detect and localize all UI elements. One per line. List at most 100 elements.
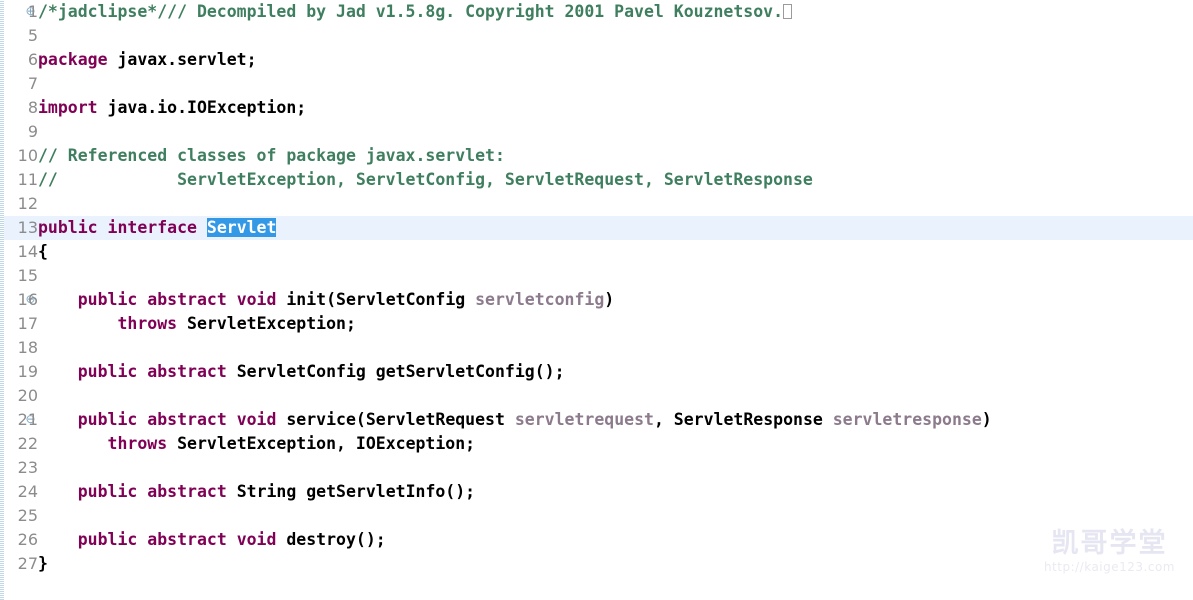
code-token-plain: javax.servlet; [107, 50, 257, 69]
line-number: 27 [0, 552, 38, 576]
code-line[interactable]: 17 throws ServletException; [0, 312, 1193, 336]
code-token-param: servletrequest [514, 410, 654, 429]
code-token-plain: ServletException, IOException; [167, 434, 476, 453]
code-token-plain: ) [604, 290, 615, 309]
nonprintable-char-glyph [783, 4, 793, 19]
line-number-value: 9 [27, 122, 38, 141]
code-line[interactable]: 19 public abstract ServletConfig getServ… [0, 360, 1193, 384]
code-token-plain: ServletException; [177, 314, 356, 333]
code-token-kw: package [38, 50, 108, 69]
code-line[interactable]: 13 public interface Servlet [0, 216, 1193, 240]
line-number: 12 [0, 192, 38, 216]
line-number: 9 [0, 120, 38, 144]
code-token-plain: init(ServletConfig [276, 290, 476, 309]
code-line[interactable]: 22 throws ServletException, IOException; [0, 432, 1193, 456]
code-line[interactable]: 16 ⊖ public abstract void init(ServletCon… [0, 288, 1193, 312]
code-text[interactable]: public interface Servlet [38, 216, 277, 240]
line-number: 21 [0, 408, 38, 432]
code-text[interactable]: // Referenced classes of package javax.s… [38, 144, 505, 168]
code-line[interactable]: 20 [0, 384, 1193, 408]
line-number: 22 [0, 432, 38, 456]
code-text[interactable]: throws ServletException, IOException; [38, 432, 476, 456]
code-token-kw: public abstract [77, 362, 227, 381]
code-token-kw: public abstract [77, 482, 227, 501]
code-line[interactable]: 24 public abstract String getServletInfo… [0, 480, 1193, 504]
code-line[interactable]: 5 [0, 24, 1193, 48]
code-lines-container: 1 ⊕/*jadclipse*/// Decompiled by Jad v1.5… [0, 0, 1193, 600]
code-token-plain: ) [981, 410, 992, 429]
code-text[interactable]: public abstract ServletConfig getServlet… [38, 360, 565, 384]
code-line[interactable]: 12 [0, 192, 1193, 216]
line-number-value: 12 [17, 194, 38, 213]
code-line[interactable]: 26 public abstract void destroy(); [0, 528, 1193, 552]
code-token-kw: public interface [38, 218, 207, 237]
line-number-value: 23 [17, 458, 38, 477]
code-line[interactable]: 14{ [0, 240, 1193, 264]
code-text[interactable]: public abstract void destroy(); [38, 528, 386, 552]
code-text[interactable]: public abstract void service(ServletRequ… [38, 408, 992, 432]
line-number: 15 [0, 264, 38, 288]
code-line[interactable]: 10// Referenced classes of package javax… [0, 144, 1193, 168]
code-line[interactable] [0, 576, 1193, 600]
code-line[interactable]: 18 [0, 336, 1193, 360]
code-token-kw: import [38, 98, 98, 117]
code-line[interactable]: 1 ⊕/*jadclipse*/// Decompiled by Jad v1.5… [0, 0, 1193, 24]
code-token-plain: java.io.IOException; [97, 98, 307, 117]
line-number: 26 [0, 528, 38, 552]
line-number: 20 [0, 384, 38, 408]
line-number-value: 24 [17, 482, 38, 501]
code-text[interactable]: { [38, 240, 48, 264]
line-number-value: 22 [17, 434, 38, 453]
line-number: 1 [0, 0, 38, 24]
code-line[interactable]: 7 [0, 72, 1193, 96]
code-line[interactable]: 27} [0, 552, 1193, 576]
code-text[interactable]: /*jadclipse*/// Decompiled by Jad v1.5.8… [38, 0, 793, 24]
line-number-value: 13 [17, 218, 38, 237]
code-line[interactable]: 9 [0, 120, 1193, 144]
code-token-plain: service(ServletRequest [276, 410, 515, 429]
code-line[interactable]: 15 [0, 264, 1193, 288]
code-line[interactable]: 8 import java.io.IOException; [0, 96, 1193, 120]
code-editor[interactable]: 1 ⊕/*jadclipse*/// Decompiled by Jad v1.5… [0, 0, 1193, 600]
line-number: 11 [0, 168, 38, 192]
line-number [0, 576, 38, 600]
code-line[interactable]: 25 [0, 504, 1193, 528]
code-token-kw: public abstract void [77, 290, 277, 309]
code-text[interactable]: public abstract void init(ServletConfig … [38, 288, 614, 312]
code-token-kw: throws [107, 434, 168, 453]
line-number: 6 [0, 48, 38, 72]
line-number-value: 7 [27, 74, 38, 93]
line-number-value: 6 [27, 50, 38, 69]
line-number: 19 [0, 360, 38, 384]
line-number-value: 10 [17, 146, 38, 165]
selected-token[interactable]: Servlet [206, 218, 277, 237]
line-number: 23 [0, 456, 38, 480]
line-number: 18 [0, 336, 38, 360]
code-text[interactable]: import java.io.IOException; [38, 96, 306, 120]
code-line[interactable]: 21 ⊖ public abstract void service(Servlet… [0, 408, 1193, 432]
code-token-kw: public abstract void [77, 530, 277, 549]
line-number-value: 5 [27, 26, 38, 45]
code-token-kw: throws [117, 314, 178, 333]
code-text[interactable]: throws ServletException; [38, 312, 356, 336]
line-number-value: 20 [17, 386, 38, 405]
line-number-value: 19 [17, 362, 38, 381]
code-token-param: servletconfig [475, 290, 605, 309]
code-line[interactable]: 23 [0, 456, 1193, 480]
code-text[interactable]: package javax.servlet; [38, 48, 257, 72]
line-number-value: 15 [17, 266, 38, 285]
line-number: 8 [0, 96, 38, 120]
line-number-value: 14 [17, 242, 38, 261]
code-token-plain: String getServletInfo(); [226, 482, 476, 501]
line-number-value: 16 [17, 290, 38, 309]
code-token-param: servletresponse [832, 410, 982, 429]
code-text[interactable]: // ServletException, ServletConfig, Serv… [38, 168, 813, 192]
code-token-cmt: /*jadclipse*/// Decompiled by Jad v1.5.8… [38, 2, 784, 21]
code-line[interactable]: 11// ServletException, ServletConfig, Se… [0, 168, 1193, 192]
code-line[interactable]: 6 package javax.servlet; [0, 48, 1193, 72]
code-text[interactable]: } [38, 552, 48, 576]
code-text[interactable]: public abstract String getServletInfo(); [38, 480, 475, 504]
